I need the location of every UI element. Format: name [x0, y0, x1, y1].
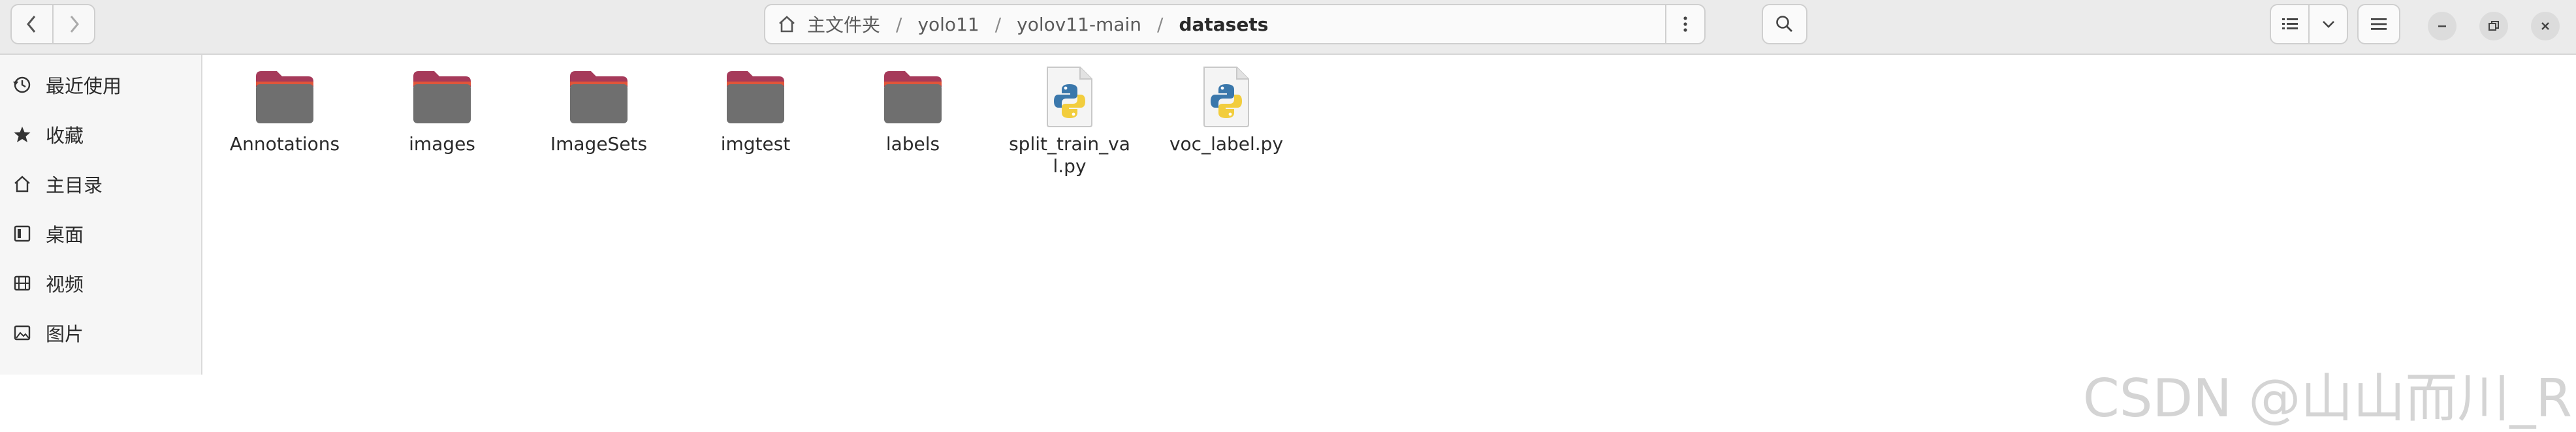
hamburger-icon	[2371, 18, 2387, 30]
star-icon	[12, 124, 33, 145]
breadcrumb-separator: /	[1157, 13, 1164, 35]
path-menu-button[interactable]	[1665, 5, 1704, 43]
breadcrumb-separator: /	[994, 13, 1002, 35]
restore-icon	[2489, 21, 2499, 31]
picture-icon	[12, 322, 33, 343]
chevron-left-icon	[27, 16, 36, 33]
folder-item[interactable]: images	[377, 64, 507, 155]
breadcrumb-yolo11[interactable]: yolo11	[914, 14, 983, 35]
video-icon	[12, 273, 33, 294]
back-button[interactable]	[12, 5, 54, 43]
view-options	[2270, 4, 2348, 44]
sidebar-item-desktop[interactable]: 桌面	[0, 214, 201, 253]
navigation-buttons	[10, 4, 95, 44]
breadcrumb: 主文件夹 / yolo11 / yolov11-main / datasets	[765, 11, 1665, 37]
folder-item[interactable]: Annotations	[219, 64, 350, 155]
sidebar-item-label: 视频	[46, 273, 84, 296]
sidebar-item-recent[interactable]: 最近使用	[0, 65, 201, 104]
kebab-menu-icon	[1683, 16, 1687, 32]
file-name: labels	[885, 133, 940, 155]
folder-icon	[409, 64, 475, 129]
sidebar-item-label: 最近使用	[46, 75, 122, 97]
file-name: voc_label.py	[1169, 133, 1284, 155]
file-name: images	[409, 133, 475, 155]
close-icon	[2541, 22, 2549, 30]
chevron-down-icon	[2322, 21, 2334, 28]
file-grid: Annotations images ImageSets imgtest lab…	[202, 55, 2576, 429]
restore-button[interactable]	[2479, 12, 2508, 40]
file-name: Annotations	[229, 133, 340, 155]
python-file-icon	[1194, 64, 1259, 129]
sidebar-item-pictures[interactable]: 图片	[0, 313, 201, 352]
breadcrumb-datasets[interactable]: datasets	[1175, 14, 1272, 35]
folder-icon	[723, 64, 788, 129]
breadcrumb-home[interactable]: 主文件夹	[803, 11, 884, 37]
file-name: split_train_val.py	[1009, 133, 1130, 177]
minimize-button[interactable]	[2428, 12, 2457, 40]
sidebar-item-label: 桌面	[46, 224, 84, 246]
sidebar-item-videos[interactable]: 视频	[0, 264, 201, 303]
sidebar-item-label: 收藏	[46, 125, 84, 147]
folder-icon	[252, 64, 317, 129]
chevron-right-icon	[70, 16, 79, 33]
python-file-item[interactable]: voc_label.py	[1161, 64, 1292, 155]
list-view-button[interactable]	[2271, 5, 2310, 43]
search-button[interactable]	[1762, 4, 1807, 44]
sidebar-item-home[interactable]: 主目录	[0, 164, 201, 204]
sidebar: 最近使用 收藏 主目录 桌面 视频 图片	[0, 55, 202, 375]
folder-item[interactable]: labels	[848, 64, 978, 155]
main-menu-button[interactable]	[2357, 4, 2400, 44]
folder-item[interactable]: imgtest	[690, 64, 821, 155]
search-icon	[1776, 16, 1792, 32]
home-icon	[779, 16, 795, 33]
home-icon	[12, 174, 33, 194]
watermark: CSDN @山山而川_R	[2082, 368, 2572, 429]
sidebar-item-label: 主目录	[46, 174, 103, 196]
folder-icon	[566, 64, 631, 129]
file-name: imgtest	[720, 133, 791, 155]
close-button[interactable]	[2531, 12, 2560, 40]
breadcrumb-separator: /	[896, 13, 902, 35]
folder-item[interactable]: ImageSets	[533, 64, 664, 155]
python-file-item[interactable]: split_train_val.py	[1004, 64, 1135, 177]
view-dropdown-button[interactable]	[2310, 5, 2347, 43]
folder-icon	[880, 64, 946, 129]
sidebar-item-starred[interactable]: 收藏	[0, 115, 201, 154]
file-name: ImageSets	[550, 133, 648, 155]
sidebar-item-label: 图片	[46, 323, 84, 345]
forward-button[interactable]	[54, 5, 94, 43]
python-file-icon	[1037, 64, 1102, 129]
breadcrumb-yolov11-main[interactable]: yolov11-main	[1013, 14, 1145, 35]
path-bar[interactable]: 主文件夹 / yolo11 / yolov11-main / datasets	[764, 4, 1706, 44]
clock-icon	[12, 74, 33, 95]
minimize-icon	[2438, 25, 2446, 27]
list-view-icon	[2282, 18, 2298, 29]
header-bar: 主文件夹 / yolo11 / yolov11-main / datasets	[0, 0, 2576, 55]
desktop-icon	[12, 223, 33, 244]
